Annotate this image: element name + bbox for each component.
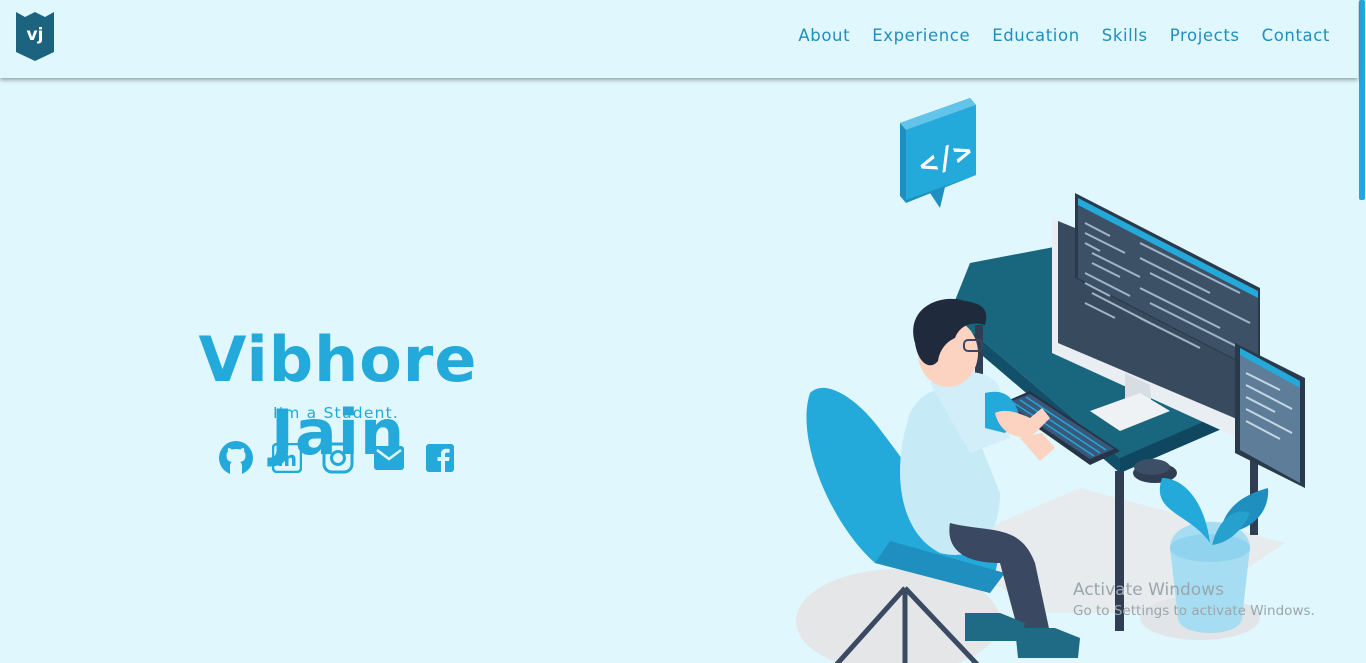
instagram-icon xyxy=(322,442,354,474)
nav-link-experience[interactable]: Experience xyxy=(872,26,970,45)
scrollbar-thumb[interactable] xyxy=(1359,0,1365,200)
site-logo[interactable]: vj xyxy=(16,12,54,61)
email-link[interactable] xyxy=(371,440,407,476)
facebook-icon xyxy=(426,444,454,472)
nav-links: About Experience Education Skills Projec… xyxy=(776,26,1330,45)
watermark-subtitle: Go to Settings to activate Windows. xyxy=(1073,603,1315,619)
linkedin-link[interactable] xyxy=(269,440,305,476)
developer-illustration: </> xyxy=(796,98,1305,663)
instagram-link[interactable] xyxy=(320,440,356,476)
nav-link-skills[interactable]: Skills xyxy=(1102,26,1148,45)
linkedin-icon xyxy=(272,443,302,473)
watermark-title: Activate Windows xyxy=(1073,580,1224,600)
github-link[interactable] xyxy=(218,440,254,476)
nav-link-about[interactable]: About xyxy=(798,26,850,45)
page-scrollbar[interactable] xyxy=(1358,0,1366,656)
hero-section: Vibhore Jain I'm a Student. </> Activate… xyxy=(0,78,1358,663)
email-icon xyxy=(374,446,404,470)
logo-text: vj xyxy=(26,25,44,45)
side-monitor xyxy=(1235,343,1305,488)
navbar: vj About Experience Education Skills Pro… xyxy=(0,0,1358,78)
code-bubble-icon: </> xyxy=(900,98,977,208)
nav-link-projects[interactable]: Projects xyxy=(1170,26,1240,45)
github-icon xyxy=(219,441,253,475)
nav-link-contact[interactable]: Contact xyxy=(1262,26,1330,45)
nav-link-education[interactable]: Education xyxy=(992,26,1080,45)
social-links xyxy=(218,440,473,476)
hero-tagline: I'm a Student. xyxy=(272,404,400,422)
windows-activation-watermark: Activate Windows Go to Settings to activ… xyxy=(1073,580,1315,619)
facebook-link[interactable] xyxy=(422,440,458,476)
